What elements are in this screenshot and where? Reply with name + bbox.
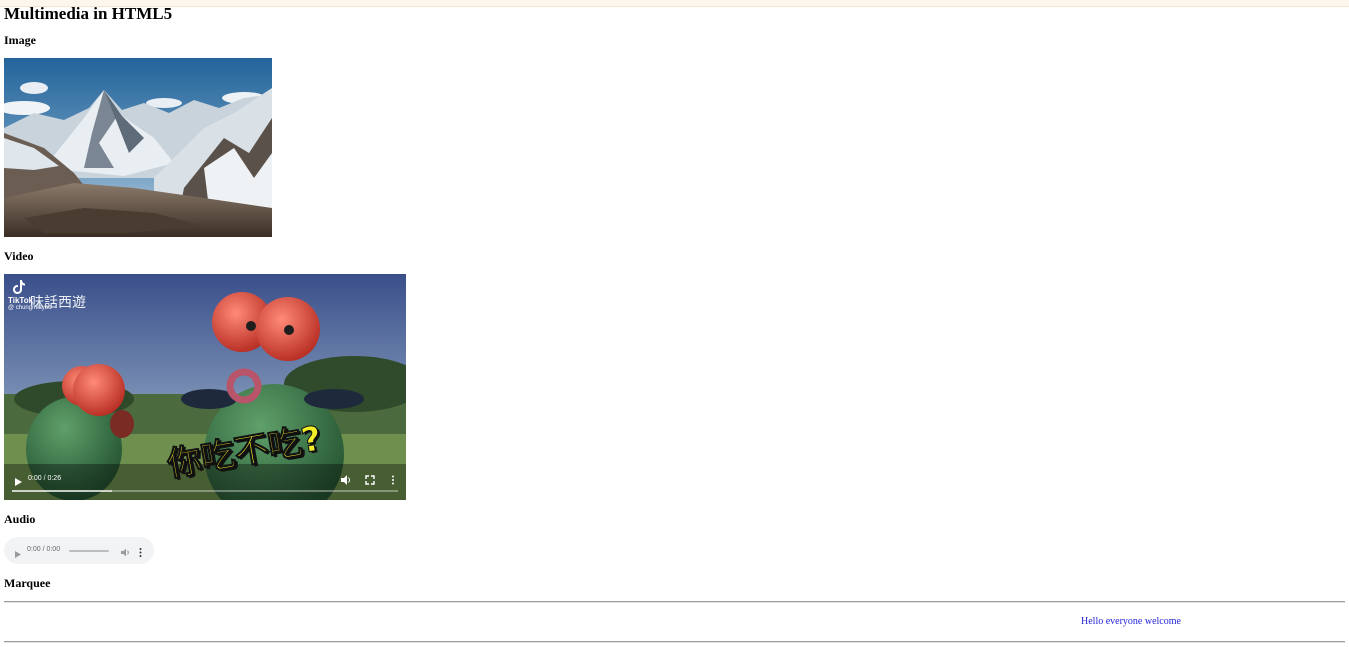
image-heading: Image xyxy=(4,33,36,47)
video-heading: Video xyxy=(4,249,34,263)
video-progress-bar[interactable] xyxy=(12,490,398,492)
video-overlay-title: 味話西遊 xyxy=(30,295,86,311)
page-title: Multimedia in HTML5 xyxy=(4,4,173,23)
audio-time: 0:00 / 0:00 xyxy=(27,546,61,553)
marquee-top-divider xyxy=(4,601,1345,603)
marquee-text: Hello everyone welcome xyxy=(1081,616,1181,627)
audio-progress-bar[interactable] xyxy=(69,550,109,552)
video-buffered xyxy=(12,490,112,492)
audio-heading: Audio xyxy=(4,512,36,526)
video-player[interactable]: TikTok @ chungmiayoo 味話西遊 你吃不吃? 0:00 / 0… xyxy=(4,274,406,500)
mountain-image xyxy=(4,58,272,237)
more-options-icon[interactable] xyxy=(390,473,396,485)
video-time: 0:00 / 0:26 xyxy=(28,475,62,482)
audio-more-options-icon[interactable] xyxy=(138,545,143,557)
play-icon[interactable] xyxy=(13,474,23,486)
audio-play-icon[interactable] xyxy=(13,546,22,558)
mountain-landscape-photo xyxy=(4,58,272,237)
tiktok-logo-icon xyxy=(10,278,28,296)
fullscreen-icon[interactable] xyxy=(364,473,376,485)
video-controls: 0:00 / 0:26 xyxy=(4,468,406,500)
top-band xyxy=(0,0,1349,7)
audio-player[interactable]: 0:00 / 0:00 xyxy=(4,537,154,564)
audio-volume-icon[interactable] xyxy=(120,545,131,557)
marquee-heading: Marquee xyxy=(4,576,51,590)
marquee-bottom-divider xyxy=(4,641,1345,643)
volume-icon[interactable] xyxy=(340,473,352,485)
